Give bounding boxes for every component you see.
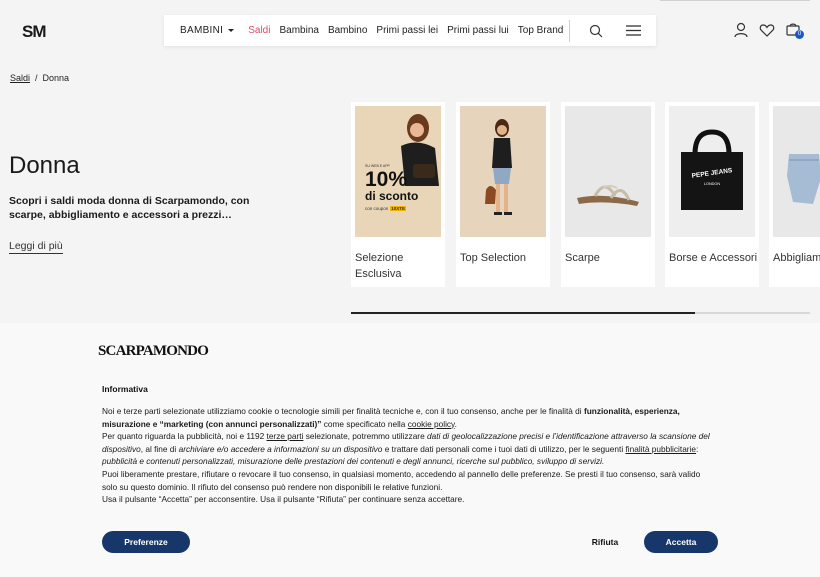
menu-icon[interactable] <box>626 25 641 36</box>
cart-count-badge: 0 <box>795 30 804 39</box>
reject-button[interactable]: Rifiuta <box>580 531 630 553</box>
cookie-paragraph-1: Noi e terze parti selezionate utilizziam… <box>102 405 712 430</box>
cookie-policy-link[interactable]: cookie policy <box>408 419 455 429</box>
third-parties-link[interactable]: terze parti <box>267 431 304 441</box>
nav-links: Saldi Bambina Bambino Primi passi lei Pr… <box>248 25 563 36</box>
read-more-link[interactable]: Leggi di più <box>9 240 63 254</box>
carousel-scrollbar-thumb[interactable] <box>351 312 696 314</box>
category-image-borse: PEPE JEANS LONDON <box>669 106 755 237</box>
category-card-abbigliamento[interactable]: Abbigliamento <box>769 102 820 287</box>
nav-link-primi-passi-lui[interactable]: Primi passi lui <box>447 25 509 36</box>
model-illustration <box>485 119 512 215</box>
category-label: Scarpe <box>565 252 600 264</box>
promo-percent: 10% <box>365 168 408 191</box>
page-description: Scopri i saldi moda donna di Scarpamondo… <box>9 195 250 221</box>
cookie-text-span: , al fine di <box>140 443 179 454</box>
category-label: Borse e Accessori <box>669 252 758 264</box>
breadcrumb-current: Donna <box>42 73 70 83</box>
category-image-top-selection <box>460 106 546 237</box>
scarpamondo-logo: SCARPAMONDO <box>98 343 209 359</box>
category-image-scarpe <box>565 106 651 237</box>
nav-link-saldi[interactable]: Saldi <box>248 25 270 36</box>
promo-coupon: con coupon 10XTE <box>365 206 407 211</box>
breadcrumb-link-saldi[interactable]: Saldi <box>10 73 30 83</box>
header-divider <box>660 0 810 1</box>
advertising-purposes-link[interactable]: finalità pubblicitarie <box>625 444 696 454</box>
cookie-paragraph-2: Per quanto riguarda la pubblicità, noi e… <box>102 430 712 468</box>
category-dropdown[interactable]: BAMBINI <box>180 25 235 36</box>
breadcrumb-separator: / <box>35 73 38 83</box>
cookie-text-italic: archiviare e/o accedere a informazioni s… <box>178 443 383 454</box>
cookie-paragraph-3: Puoi liberamente prestare, rifiutare o r… <box>102 468 701 492</box>
category-card-scarpe[interactable]: Scarpe <box>561 102 655 287</box>
category-card-borse-accessori[interactable]: PEPE JEANS LONDON Borse e Accessori <box>665 102 759 287</box>
cookie-text-span: . <box>454 418 457 429</box>
preferences-button[interactable]: Preferenze <box>102 531 190 553</box>
category-carousel: SU WEB E APP 10% di sconto con coupon 10… <box>351 102 820 288</box>
user-icon[interactable] <box>733 22 749 38</box>
nav-link-top-brand[interactable]: Top Brand <box>518 25 564 36</box>
page-title: Donna <box>9 152 80 179</box>
nav-divider <box>569 19 571 42</box>
cookie-title: Informativa <box>102 384 148 394</box>
category-card-top-selection[interactable]: Top Selection <box>456 102 550 287</box>
bag-brand-line2: LONDON <box>703 182 721 186</box>
promo-coupon-code: 10XTE <box>390 206 407 211</box>
main-nav: BAMBINI Saldi Bambina Bambino Primi pass… <box>164 15 656 46</box>
cookie-banner: SCARPAMONDO Informativa Noi e terze part… <box>0 323 820 577</box>
breadcrumb: Saldi / Donna <box>10 73 69 83</box>
cookie-text-italic: pubblicità e contenuti personalizzati, m… <box>102 456 605 467</box>
sandal-illustration <box>577 185 639 206</box>
cookie-text: Noi e terze parti selezionate utilizziam… <box>102 405 712 506</box>
cookie-text-span: come specificato nella <box>321 418 408 429</box>
category-card-selezione-esclusiva[interactable]: SU WEB E APP 10% di sconto con coupon 10… <box>351 102 445 287</box>
cookie-paragraph-4: Usa il pulsante “Accetta” per acconsenti… <box>102 494 465 505</box>
cookie-text-span: Per quanto riguarda la pubblicità, noi e… <box>102 431 267 442</box>
search-icon[interactable] <box>589 24 603 38</box>
site-logo[interactable]: SM <box>22 22 47 42</box>
denim-shorts-illustration <box>787 154 820 204</box>
nav-link-primi-passi-lei[interactable]: Primi passi lei <box>376 25 438 36</box>
chevron-down-icon <box>228 29 235 32</box>
category-label: Abbigliamento <box>773 252 820 264</box>
nav-link-bambino[interactable]: Bambino <box>328 25 367 36</box>
nav-link-bambina[interactable]: Bambina <box>279 25 318 36</box>
category-label: Selezione Esclusiva <box>355 252 404 280</box>
cookie-text-span: selezionate, potremmo utilizzare <box>303 431 427 442</box>
cookie-text-span: e trattare dati personali come i tuoi da… <box>382 443 626 454</box>
cookie-text-span: : <box>696 443 699 454</box>
accept-button[interactable]: Accetta <box>644 531 718 553</box>
promo-subtitle: di sconto <box>365 189 419 203</box>
category-label: BAMBINI <box>180 25 224 36</box>
site-header: SM BAMBINI Saldi Bambina Bambino Primi p… <box>0 0 820 62</box>
category-label: Top Selection <box>460 252 527 264</box>
category-image-abbigliamento <box>773 106 820 237</box>
category-image-promo: SU WEB E APP 10% di sconto con coupon 10… <box>355 106 441 237</box>
heart-icon[interactable] <box>759 22 775 38</box>
cookie-text-span: Noi e terze parti selezionate utilizziam… <box>102 406 584 416</box>
promo-coupon-prefix: con coupon <box>365 206 389 211</box>
